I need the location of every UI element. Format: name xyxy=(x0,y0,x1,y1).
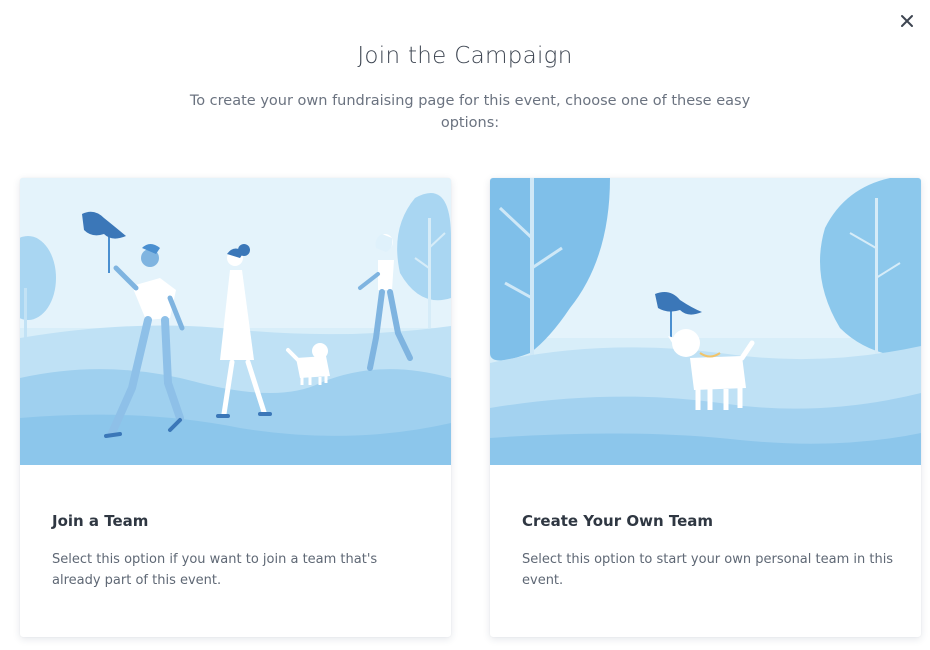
join-team-description: Select this option if you want to join a… xyxy=(52,552,378,588)
join-campaign-modal: Join the Campaign To create your own fun… xyxy=(0,0,930,650)
modal-title: Join the Campaign xyxy=(357,43,573,69)
join-team-illustration xyxy=(20,178,451,465)
close-icon[interactable] xyxy=(896,10,918,32)
create-team-illustration xyxy=(490,178,921,465)
join-team-title: Join a Team xyxy=(52,512,149,530)
modal-subtitle: To create your own fundraising page for … xyxy=(189,93,751,131)
create-team-title: Create Your Own Team xyxy=(522,512,714,530)
create-team-description: Select this option to start your own per… xyxy=(522,552,894,588)
join-team-option-card[interactable]: Join a Team Select this option if you wa… xyxy=(20,178,451,637)
create-team-option-card[interactable]: Create Your Own Team Select this option … xyxy=(490,178,921,637)
